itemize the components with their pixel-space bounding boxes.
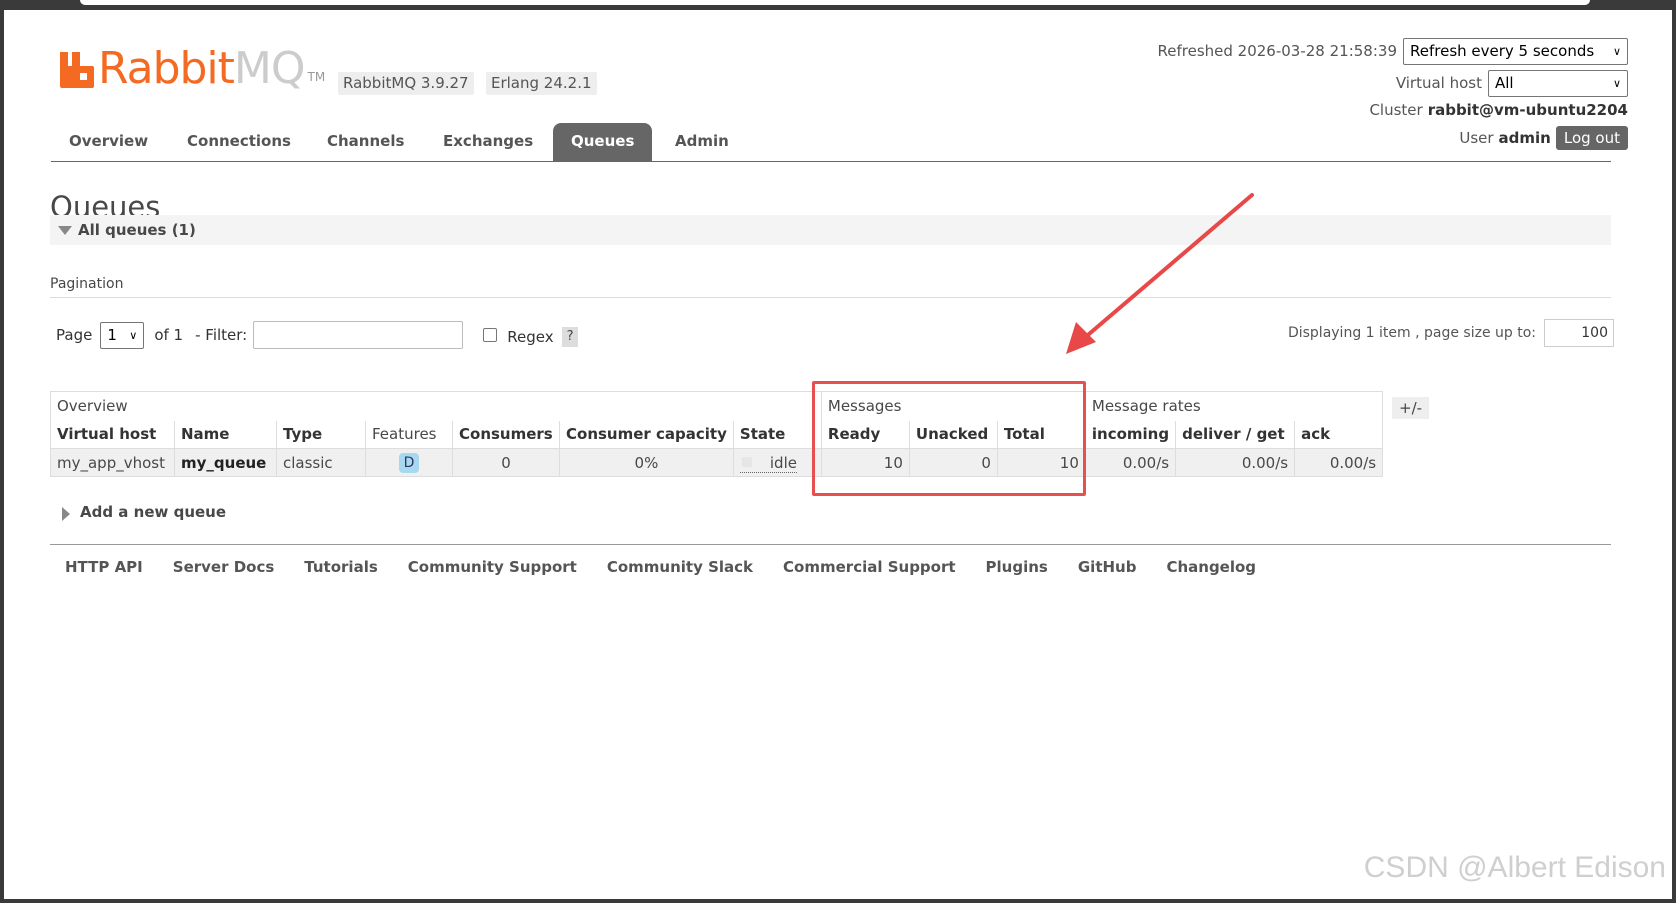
- tab-queues[interactable]: Queues: [553, 123, 653, 162]
- add-queue-toggle[interactable]: Add a new queue: [60, 503, 226, 521]
- cell-deliver-get: 0.00/s: [1175, 448, 1296, 477]
- watermark: CSDN @Albert Edison: [1363, 851, 1666, 884]
- footer-link-community-support[interactable]: Community Support: [408, 558, 577, 576]
- rabbitmq-version-badge: RabbitMQ 3.9.27: [338, 72, 474, 95]
- col-consumer-capacity[interactable]: Consumer capacity: [559, 420, 734, 449]
- triangle-right-icon: [62, 507, 70, 521]
- state-indicator-icon: [741, 457, 752, 467]
- footer-link-http-api[interactable]: HTTP API: [65, 558, 143, 576]
- pagination-divider: [50, 297, 1611, 298]
- cluster-row: Cluster rabbit@vm-ubuntu2204: [1158, 99, 1628, 121]
- rabbitmq-logo-icon: [60, 52, 94, 88]
- cluster-name: rabbit@vm-ubuntu2204: [1427, 101, 1628, 119]
- page-of-label: of 1: [154, 326, 184, 344]
- page-label: Page: [56, 326, 93, 344]
- chevron-down-icon: ∨: [129, 328, 138, 342]
- page-select[interactable]: 1 ∨: [100, 321, 145, 349]
- footer-link-changelog[interactable]: Changelog: [1166, 558, 1256, 576]
- regex-label: Regex: [507, 328, 554, 346]
- queues-table: Overview Messages Message rates Virtual …: [50, 391, 1384, 477]
- table-header-row: Virtual host Name Type Features Consumer…: [50, 420, 1384, 449]
- virtual-host-select[interactable]: All ∨: [1488, 69, 1628, 97]
- col-features: Features: [365, 420, 453, 449]
- footer-link-tutorials[interactable]: Tutorials: [304, 558, 377, 576]
- group-message-rates: Message rates: [1084, 391, 1384, 421]
- tab-channels[interactable]: Channels: [309, 123, 422, 162]
- col-state[interactable]: State: [732, 420, 822, 449]
- main-nav-tabs: Overview Connections Channels Exchanges …: [51, 123, 1611, 162]
- cell-consumers: 0: [452, 448, 560, 477]
- pagination-controls: Page 1 ∨ of 1 - Filter: Regex ?: [56, 321, 579, 349]
- footer-link-plugins[interactable]: Plugins: [986, 558, 1048, 576]
- filter-input[interactable]: [253, 321, 464, 349]
- queue-name-link[interactable]: my_queue: [174, 448, 277, 477]
- rabbitmq-wordmark: RabbitMQ: [98, 43, 306, 94]
- tab-connections[interactable]: Connections: [169, 123, 309, 162]
- browser-chrome: [0, 0, 1676, 10]
- all-queues-section-toggle[interactable]: All queues (1): [50, 215, 1611, 245]
- regex-help-button[interactable]: ?: [561, 327, 579, 347]
- refreshed-timestamp: Refreshed 2026-03-28 21:58:39: [1157, 42, 1397, 60]
- cell-consumer-capacity: 0%: [559, 448, 734, 477]
- footer-link-community-slack[interactable]: Community Slack: [607, 558, 753, 576]
- table-row[interactable]: my_app_vhost my_queue classic D 0 0% idl…: [50, 448, 1384, 477]
- chevron-down-icon: ∨: [1612, 44, 1621, 58]
- pagination-label: Pagination: [50, 276, 124, 292]
- col-consumers[interactable]: Consumers: [452, 420, 560, 449]
- rabbitmq-page: RabbitMQ TM RabbitMQ 3.9.27 Erlang 24.2.…: [4, 10, 1672, 899]
- footer-divider: [50, 544, 1611, 545]
- tab-exchanges[interactable]: Exchanges: [425, 123, 551, 162]
- cluster-label: Cluster: [1369, 101, 1423, 119]
- col-deliver-get[interactable]: deliver / get: [1175, 420, 1296, 449]
- rabbitmq-logo[interactable]: RabbitMQ TM: [60, 40, 325, 94]
- regex-checkbox[interactable]: [483, 328, 498, 342]
- col-name[interactable]: Name: [174, 420, 277, 449]
- footer-link-github[interactable]: GitHub: [1078, 558, 1137, 576]
- triangle-down-icon: [58, 226, 72, 235]
- cell-incoming: 0.00/s: [1084, 448, 1177, 477]
- cell-type: classic: [276, 448, 366, 477]
- annotation-highlight-box: [812, 381, 1086, 496]
- columns-toggle-button[interactable]: +/-: [1392, 397, 1430, 419]
- refresh-row: Refreshed 2026-03-28 21:58:39 Refresh ev…: [1158, 37, 1628, 65]
- table-group-row: Overview Messages Message rates: [50, 391, 1384, 421]
- filter-label: - Filter:: [195, 326, 248, 344]
- col-incoming[interactable]: incoming: [1084, 420, 1177, 449]
- durable-feature-badge: D: [399, 452, 419, 473]
- footer-link-server-docs[interactable]: Server Docs: [173, 558, 275, 576]
- page-size-input[interactable]: 100: [1544, 319, 1614, 347]
- col-type[interactable]: Type: [276, 420, 366, 449]
- refresh-interval-select[interactable]: Refresh every 5 seconds ∨: [1403, 37, 1628, 65]
- col-virtual-host[interactable]: Virtual host: [50, 420, 175, 449]
- footer-links: HTTP API Server Docs Tutorials Community…: [65, 558, 1286, 576]
- trademark-symbol: TM: [307, 70, 326, 84]
- tab-overview[interactable]: Overview: [51, 123, 166, 162]
- display-count-row: Displaying 1 item , page size up to: 100: [1288, 319, 1614, 347]
- cell-ack: 0.00/s: [1294, 448, 1384, 477]
- browser-urlbar-edge: [80, 0, 1590, 5]
- cell-vhost: my_app_vhost: [50, 448, 175, 477]
- chevron-down-icon: ∨: [1612, 76, 1621, 90]
- footer-link-commercial-support[interactable]: Commercial Support: [783, 558, 956, 576]
- vhost-row: Virtual host All ∨: [1158, 69, 1628, 97]
- col-ack[interactable]: ack: [1294, 420, 1384, 449]
- tab-admin[interactable]: Admin: [657, 123, 747, 162]
- erlang-version-badge: Erlang 24.2.1: [486, 72, 597, 95]
- group-overview: Overview: [50, 391, 822, 421]
- cell-state: idle: [732, 448, 822, 477]
- cell-features: D: [365, 448, 453, 477]
- vhost-label: Virtual host: [1395, 74, 1482, 92]
- displaying-label: Displaying 1 item , page size up to:: [1287, 325, 1536, 341]
